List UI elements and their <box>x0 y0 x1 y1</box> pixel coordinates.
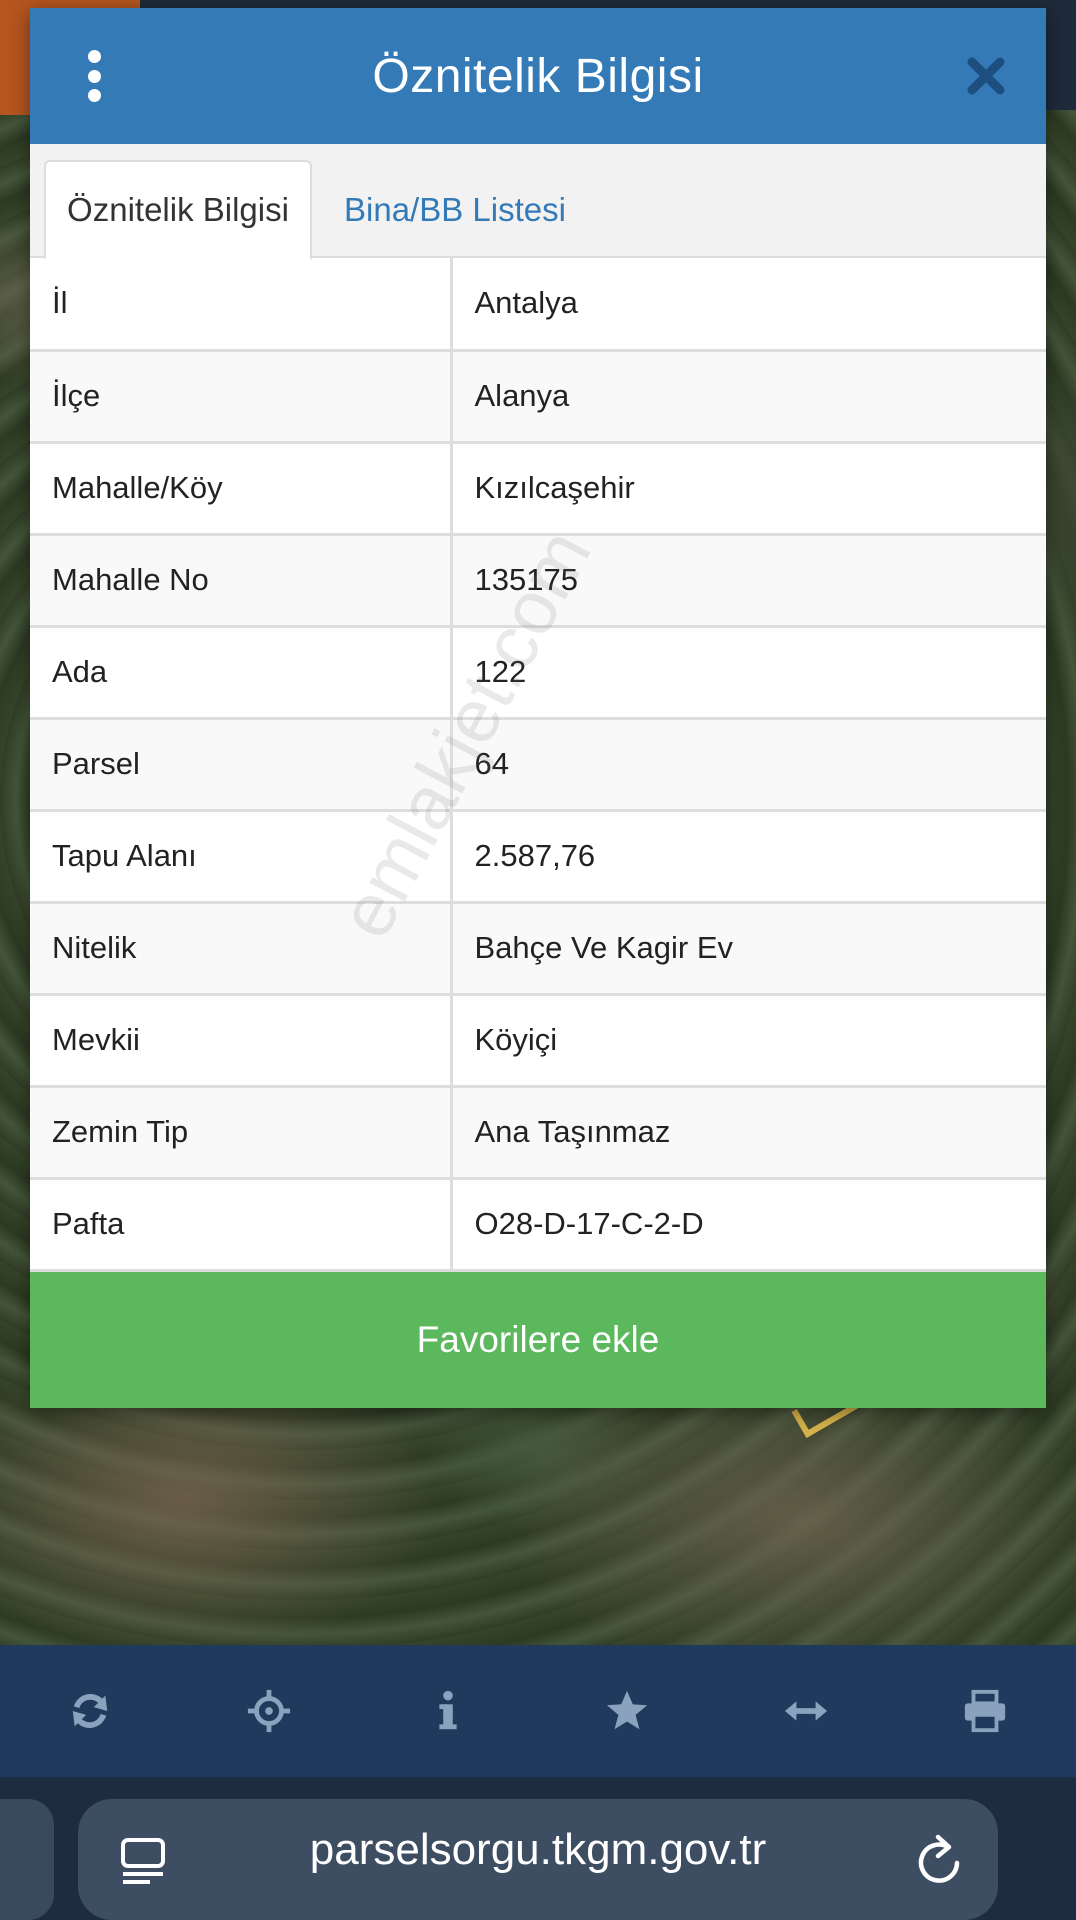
locate-button[interactable] <box>179 1645 358 1777</box>
modal-header: Öznitelik Bilgisi <box>30 8 1046 144</box>
row-value: 135175 <box>449 532 1046 628</box>
row-key: İl <box>30 258 453 352</box>
table-row: Pafta O28-D-17-C-2-D <box>30 1176 1046 1272</box>
row-value: Bahçe Ve Kagir Ev <box>449 900 1046 996</box>
crosshair-icon <box>247 1689 290 1733</box>
row-key: Zemin Tip <box>30 1084 453 1180</box>
row-key: İlçe <box>30 348 453 444</box>
row-value: O28-D-17-C-2-D <box>449 1176 1046 1272</box>
table-row: İlçe Alanya <box>30 348 1046 444</box>
modal-title: Öznitelik Bilgisi <box>372 49 704 103</box>
row-value: Kızılcaşehir <box>449 440 1046 536</box>
info-icon <box>438 1690 457 1730</box>
add-to-favorites-button[interactable]: Favorilere ekle <box>30 1272 1046 1408</box>
close-icon[interactable] <box>962 52 1010 100</box>
row-key: Mahalle/Köy <box>30 440 453 536</box>
print-icon <box>964 1689 1005 1733</box>
row-value: Alanya <box>449 348 1046 444</box>
row-key: Parsel <box>30 716 453 812</box>
table-row: Nitelik Bahçe Ve Kagir Ev <box>30 900 1046 996</box>
row-value: 2.587,76 <box>449 808 1046 904</box>
reload-icon[interactable] <box>914 1833 964 1887</box>
table-row: Tapu Alanı 2.587,76 <box>30 808 1046 904</box>
table-row: Ada 122 <box>30 624 1046 720</box>
row-key: Pafta <box>30 1176 453 1272</box>
row-key: Tapu Alanı <box>30 808 453 904</box>
row-value: 122 <box>449 624 1046 720</box>
row-key: Nitelik <box>30 900 453 996</box>
row-key: Ada <box>30 624 453 720</box>
star-icon <box>606 1690 647 1730</box>
tabs-bar: Öznitelik Bilgisi Bina/BB Listesi <box>30 144 1046 260</box>
previous-tab[interactable] <box>0 1799 54 1920</box>
refresh-button[interactable] <box>0 1645 179 1777</box>
table-row: Mahalle/Köy Kızılcaşehir <box>30 440 1046 536</box>
favorites-button[interactable] <box>537 1645 716 1777</box>
address-bar[interactable]: parselsorgu.tkgm.gov.tr <box>78 1799 998 1920</box>
row-value: 64 <box>449 716 1046 812</box>
table-row: İl Antalya <box>30 258 1046 352</box>
row-value: Antalya <box>449 258 1046 352</box>
table-row: Mahalle No 135175 <box>30 532 1046 628</box>
row-value: Ana Taşınmaz <box>449 1084 1046 1180</box>
table-row: Parsel 64 <box>30 716 1046 812</box>
attribute-table: İl Antalya İlçe Alanya Mahalle/Köy Kızıl… <box>30 258 1046 1272</box>
table-row: Mevkii Köyiçi <box>30 992 1046 1088</box>
info-button[interactable] <box>358 1645 537 1777</box>
measure-button[interactable] <box>716 1645 895 1777</box>
browser-bar: parselsorgu.tkgm.gov.tr <box>0 1777 1076 1920</box>
more-vertical-icon[interactable] <box>82 50 106 102</box>
tab-building-list[interactable]: Bina/BB Listesi <box>330 160 600 260</box>
row-key: Mevkii <box>30 992 453 1088</box>
tab-attribute-info[interactable]: Öznitelik Bilgisi <box>44 160 312 260</box>
url-text: parselsorgu.tkgm.gov.tr <box>309 1824 767 1874</box>
row-value: Köyiçi <box>449 992 1046 1088</box>
print-button[interactable] <box>895 1645 1074 1777</box>
table-row: Zemin Tip Ana Taşınmaz <box>30 1084 1046 1180</box>
attribute-modal: Öznitelik Bilgisi Öznitelik Bilgisi Bina… <box>30 8 1046 1408</box>
refresh-icon <box>72 1694 107 1728</box>
measure-icon <box>784 1701 827 1721</box>
map-toolbar <box>0 1645 1076 1777</box>
row-key: Mahalle No <box>30 532 453 628</box>
